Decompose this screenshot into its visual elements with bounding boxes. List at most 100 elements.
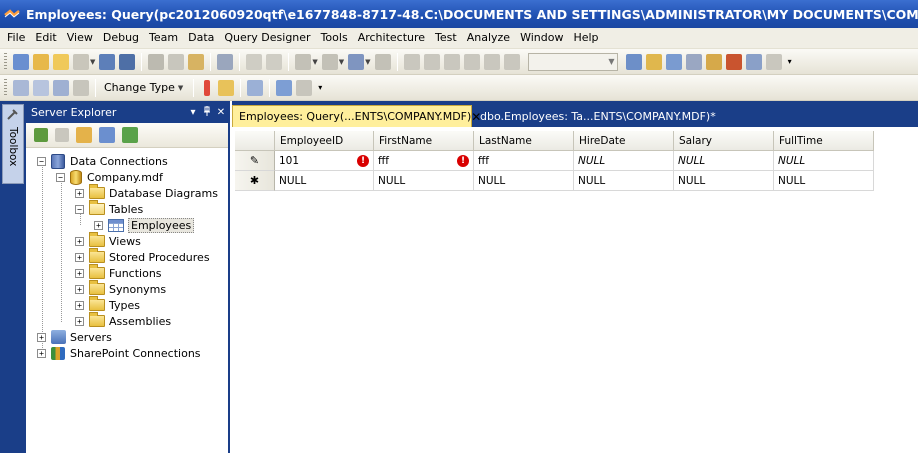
find-in-files-icon[interactable] (625, 53, 642, 70)
add-item-icon[interactable] (33, 53, 49, 70)
change-type-button[interactable]: Change Type ▼ (100, 81, 189, 94)
menu-team[interactable]: Team (146, 29, 185, 47)
column-header-lastname[interactable]: LastName (474, 131, 574, 151)
toolbar-options-icon[interactable]: ▾ (788, 57, 792, 66)
step-over-icon[interactable] (483, 53, 500, 70)
toolbar-grip[interactable] (4, 78, 7, 97)
add-new-item-icon[interactable] (73, 53, 89, 70)
menu-tools[interactable]: Tools (318, 29, 355, 47)
stop-refresh-icon[interactable] (55, 128, 69, 142)
grid-cell-lastname[interactable]: NULL (474, 171, 574, 191)
collapse-icon[interactable]: − (56, 172, 65, 182)
find-icon[interactable] (217, 53, 234, 70)
extension-manager-icon[interactable] (745, 53, 762, 70)
expand-icon[interactable]: + (75, 268, 84, 278)
show-sql-pane-icon[interactable] (53, 79, 69, 96)
tree-node-functions[interactable]: + Functions (75, 264, 162, 281)
chevron-down-icon[interactable]: ▼ (365, 58, 370, 66)
tree-node-sharepoint-connections[interactable]: + SharePoint Connections (37, 345, 201, 361)
toolbox-tab[interactable]: Toolbox (2, 104, 24, 184)
grid-cell-firstname[interactable]: NULL (374, 171, 474, 191)
grid-cell-salary[interactable]: NULL (674, 171, 774, 191)
toolbox-icon[interactable] (705, 53, 722, 70)
chevron-down-icon[interactable]: ▼ (312, 58, 317, 66)
tree-node-servers[interactable]: + Servers (37, 329, 112, 345)
menu-edit[interactable]: Edit (32, 29, 63, 47)
verify-sql-icon[interactable] (218, 79, 235, 96)
close-icon[interactable]: ✕ (214, 107, 228, 118)
column-header-fulltime[interactable]: FullTime (774, 131, 874, 151)
chevron-down-icon[interactable]: ▼ (339, 58, 344, 66)
connect-to-server-icon[interactable] (99, 127, 115, 143)
tree-node-synonyms[interactable]: + Synonyms (75, 280, 166, 297)
object-browser-icon[interactable] (685, 53, 702, 70)
column-header-hiredate[interactable]: HireDate (574, 131, 674, 151)
execute-sql-icon[interactable] (204, 79, 211, 96)
start-debugging-icon[interactable] (403, 53, 420, 70)
error-icon[interactable]: ! (457, 155, 469, 167)
column-header-firstname[interactable]: FirstName (374, 131, 474, 151)
step-into-icon[interactable] (463, 53, 480, 70)
auto-hide-pin-icon[interactable] (200, 105, 214, 119)
connect-to-sharepoint-icon[interactable] (122, 127, 138, 143)
error-icon[interactable]: ! (357, 155, 369, 167)
open-file-icon[interactable] (53, 53, 69, 70)
group-by-icon[interactable] (247, 79, 264, 96)
menu-query-designer[interactable]: Query Designer (221, 29, 317, 47)
menu-architecture[interactable]: Architecture (355, 29, 432, 47)
command-window-icon[interactable] (765, 53, 782, 70)
refresh-icon[interactable] (34, 128, 48, 142)
expand-icon[interactable]: + (75, 188, 84, 198)
collapse-icon[interactable]: − (37, 156, 46, 166)
tree-node-company-mdf[interactable]: − Company.mdf (56, 169, 163, 185)
expand-icon[interactable]: + (75, 300, 84, 310)
grid-cell-fulltime[interactable]: NULL (774, 151, 874, 171)
navigate-forward-icon[interactable] (374, 53, 391, 70)
tree-node-assemblies[interactable]: + Assemblies (75, 312, 171, 329)
menu-debug[interactable]: Debug (100, 29, 146, 47)
toolbar-options-icon[interactable]: ▾ (318, 83, 322, 92)
properties-icon[interactable] (665, 53, 682, 70)
new-row-asterisk-icon[interactable]: ✱ (235, 171, 275, 191)
grid-corner[interactable] (235, 131, 275, 151)
grid-cell-hiredate[interactable]: NULL (574, 171, 674, 191)
connect-to-database-icon[interactable] (76, 127, 92, 143)
grid-cell-hiredate[interactable]: NULL (574, 151, 674, 171)
grid-cell-employeeid[interactable]: NULL (275, 171, 374, 191)
show-results-pane-icon[interactable] (73, 79, 89, 96)
solution-configuration-dropdown[interactable]: ▼ (527, 52, 618, 71)
add-table-icon[interactable] (276, 79, 293, 96)
grid-cell-employeeid[interactable]: 101 ! (275, 151, 374, 171)
step-out-icon[interactable] (503, 53, 520, 70)
expand-icon[interactable]: + (94, 220, 103, 230)
column-header-employeeid[interactable]: EmployeeID (275, 131, 374, 151)
solution-explorer-icon[interactable] (645, 53, 662, 70)
uncomment-icon[interactable] (266, 53, 283, 70)
row-edit-pencil-icon[interactable]: ✎ (235, 151, 275, 171)
paste-icon[interactable] (188, 53, 205, 70)
menu-analyze[interactable]: Analyze (464, 29, 517, 47)
menu-test[interactable]: Test (432, 29, 464, 47)
comment-icon[interactable] (246, 53, 263, 70)
collapse-icon[interactable]: − (75, 204, 84, 214)
tree-node-database-diagrams[interactable]: + Database Diagrams (75, 184, 218, 201)
menu-view[interactable]: View (64, 29, 100, 47)
expand-icon[interactable]: + (75, 284, 84, 294)
tree-node-tables[interactable]: − Tables (75, 200, 143, 217)
column-header-salary[interactable]: Salary (674, 131, 774, 151)
tree-node-stored-procedures[interactable]: + Stored Procedures (75, 248, 210, 265)
navigate-backward-icon[interactable] (348, 53, 365, 70)
menu-help[interactable]: Help (570, 29, 605, 47)
start-page-icon[interactable] (725, 53, 742, 70)
undo-icon[interactable] (295, 53, 312, 70)
expand-icon[interactable]: + (75, 316, 84, 326)
grid-cell-fulltime[interactable]: NULL (774, 171, 874, 191)
window-position-dropdown-icon[interactable]: ▾ (186, 107, 200, 118)
break-all-icon[interactable] (423, 53, 440, 70)
add-new-derived-table-icon[interactable] (296, 79, 313, 96)
toolbar-grip[interactable] (4, 52, 7, 71)
grid-cell-firstname[interactable]: fff ! (374, 151, 474, 171)
expand-icon[interactable]: + (37, 348, 46, 358)
tree-node-employees[interactable]: + Employees (94, 217, 195, 233)
save-all-icon[interactable] (119, 53, 136, 70)
